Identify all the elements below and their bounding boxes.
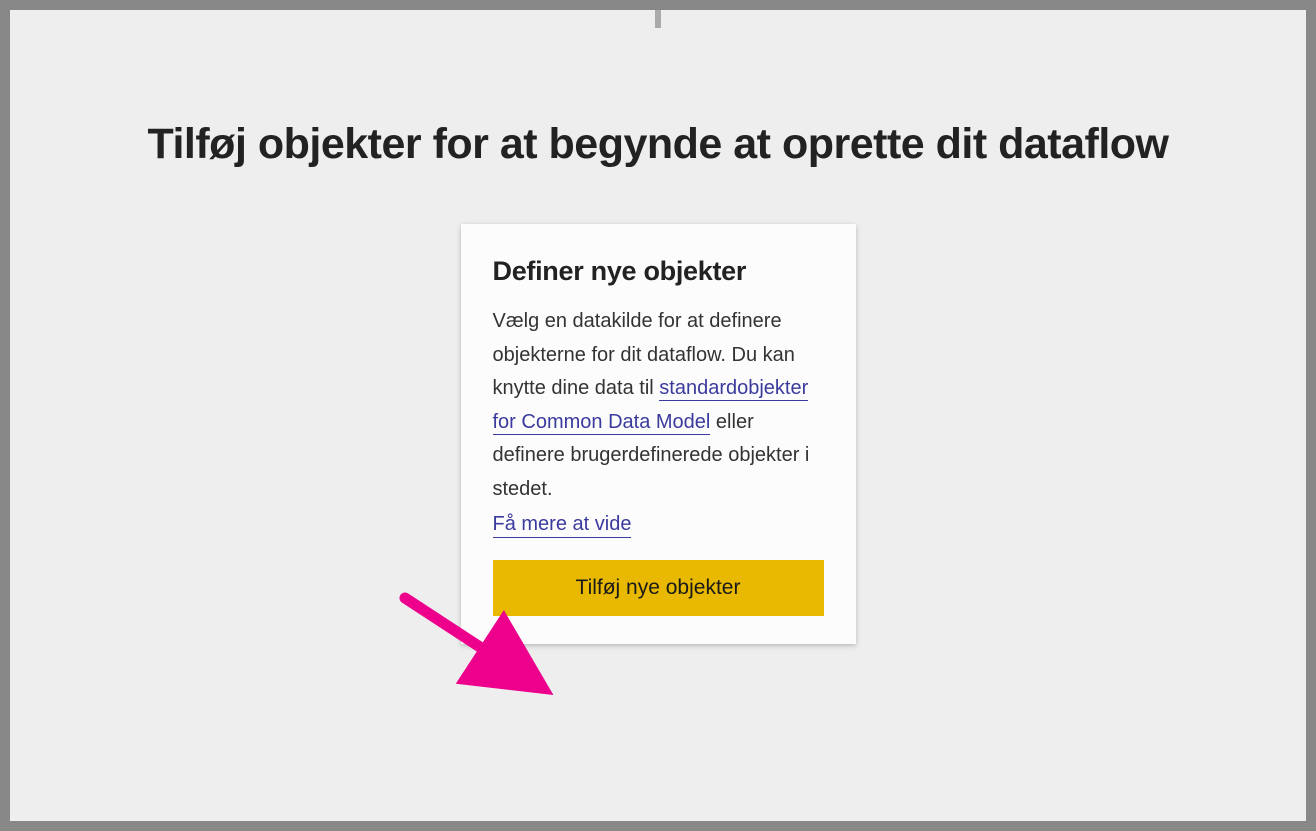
- card-description: Vælg en datakilde for at definere objekt…: [493, 305, 824, 507]
- page-title: Tilføj objekter for at begynde at oprett…: [10, 120, 1306, 169]
- learn-more-link[interactable]: Få mere at vide: [493, 513, 632, 538]
- define-objects-card: Definer nye objekter Vælg en datakilde f…: [461, 224, 856, 644]
- card-title: Definer nye objekter: [493, 256, 824, 287]
- top-marker: [655, 10, 661, 28]
- add-new-objects-button[interactable]: Tilføj nye objekter: [493, 560, 824, 616]
- page-container: Tilføj objekter for at begynde at oprett…: [10, 10, 1306, 821]
